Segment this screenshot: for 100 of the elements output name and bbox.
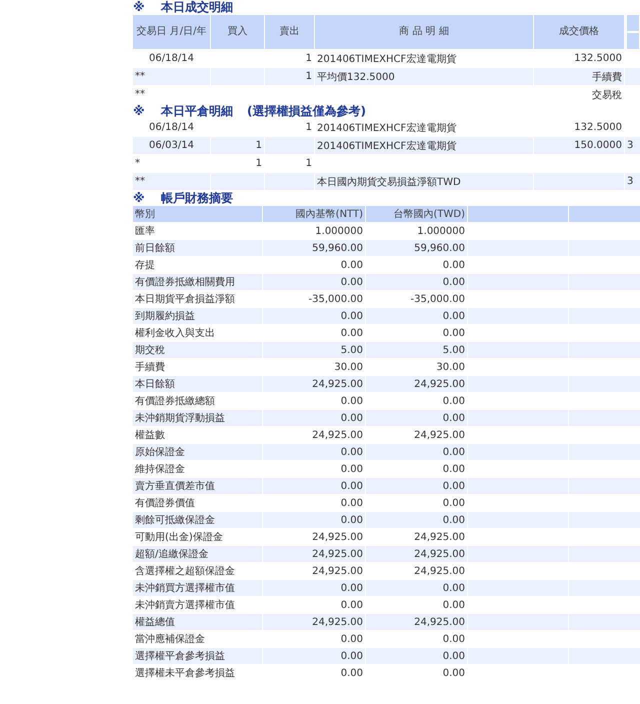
table-cell: ** [133, 173, 210, 190]
column-header: 買入 [211, 15, 264, 49]
row-label: 本日餘額 [133, 376, 262, 392]
table-cell: 0.00 [263, 580, 365, 596]
table-cell: 0.00 [263, 410, 365, 426]
section-mark: ※ [133, 104, 146, 118]
row-label: 權利金收入與支出 [134, 326, 216, 341]
row-label: 未沖銷期貨浮動損益 [133, 410, 262, 426]
table-cell-text: 0.00 [442, 394, 466, 408]
table-cell: 0.00 [366, 444, 467, 460]
row-label: 有價證券價值 [134, 496, 196, 511]
table-cell: 1 [265, 68, 314, 85]
table-cell: 0.00 [366, 478, 467, 494]
row-label: 維持保證金 [134, 462, 186, 477]
header-background [627, 33, 639, 49]
table-cell: 0.00 [366, 274, 467, 290]
table-cell-text: 0.00 [340, 632, 364, 646]
header-background [627, 15, 639, 31]
table-cell: 24,925.00 [263, 376, 365, 392]
table-cell-text: 0.00 [442, 598, 466, 612]
table-cell-text: 24,925.00 [311, 530, 364, 544]
table-cell-text: 0.00 [340, 394, 364, 408]
table-cell-text: 0.00 [442, 666, 466, 680]
row-label: 原始保證金 [133, 444, 262, 460]
table-cell-text: 201406TIMEXHCF宏達電期貨 [316, 52, 458, 66]
section-title: 本日成交明細 [161, 0, 233, 14]
table-cell-text: 0.00 [442, 496, 466, 510]
row-label: 含選擇權之超額保證金 [134, 564, 236, 579]
table-cell-text: 24,925.00 [311, 564, 364, 578]
table-cell: 本日國內期貨交易損益淨額TWD [315, 173, 533, 190]
row-label: 本日期貨平倉損益淨額 [134, 292, 236, 307]
table-cell: 59,960.00 [263, 240, 365, 256]
table-cell: 0.00 [366, 308, 467, 324]
table-cell: 0.00 [263, 478, 365, 494]
table-cell-text: 交易稅 [591, 88, 623, 102]
table-cell-text: 0.00 [340, 258, 364, 272]
row-label: 有價證券抵繳總額 [134, 394, 216, 409]
row-label: 權益數 [134, 428, 166, 443]
table-cell: 24,925.00 [366, 546, 467, 562]
table-cell: 0.00 [366, 410, 467, 426]
table-cell: 0.00 [263, 444, 365, 460]
table-cell-text: 0.00 [442, 258, 466, 272]
table-cell: 06/03/14 [133, 137, 210, 154]
column-header: 交易日 月/日/年 [133, 15, 210, 49]
section-title: 帳戶財務摘要 [161, 191, 233, 205]
table-cell-text: 1.000000 [416, 224, 466, 238]
table-cell: 0.00 [366, 648, 467, 664]
table-cell-text: 0.00 [442, 462, 466, 476]
table-cell: 3 [625, 137, 640, 154]
table-cell: 150.0000 [534, 137, 624, 154]
row-label: 有價證券抵繳相關費用 [133, 274, 262, 290]
table-cell-text: 201406TIMEXHCF宏達電期貨 [316, 122, 458, 136]
table-cell-text: 06/18/14 [148, 52, 195, 66]
row-label: 前日餘額 [133, 240, 262, 256]
row-label: 期交稅 [133, 342, 262, 358]
table-cell: 59,960.00 [366, 240, 467, 256]
row-label: 匯率 [134, 224, 156, 239]
table-cell-text: * [134, 157, 141, 171]
column-header: 成交價格 [534, 15, 624, 49]
table-cell: 0.00 [366, 580, 467, 596]
table-cell: 0.00 [263, 512, 365, 528]
table-cell-text: 24,925.00 [311, 428, 364, 442]
section-note: (選擇權損益僅為參考) [247, 104, 366, 118]
column-header: 賣出 [265, 15, 314, 49]
table-cell-text: 24,925.00 [413, 428, 466, 442]
table-cell-text: ** [134, 88, 146, 102]
table-cell-text: -35,000.00 [307, 292, 364, 306]
table-cell-text: 0.00 [340, 598, 364, 612]
table-cell: ** [133, 68, 210, 85]
row-label: 當沖應補保證金 [134, 632, 206, 647]
table-cell-text: 1 [304, 157, 313, 171]
column-header: 商 品 明 細 [315, 15, 533, 49]
table-cell: 手續費 [534, 68, 624, 85]
table-cell: 0.00 [263, 308, 365, 324]
table-cell: 24,925.00 [263, 614, 365, 630]
table-cell: 5.00 [366, 342, 467, 358]
column-header: 幣別 [133, 206, 262, 222]
table-cell-text: 24,925.00 [413, 530, 466, 544]
table-cell: 平均價132.5000 [315, 68, 533, 85]
row-label: 到期履約損益 [133, 308, 262, 324]
row-label: 存提 [134, 259, 156, 273]
table-cell: 24,925.00 [366, 376, 467, 392]
table-cell-text: 30.00 [333, 360, 364, 374]
row-label: 權益總值 [133, 614, 262, 630]
row-label: 未沖銷賣方選擇權市值 [134, 598, 236, 613]
table-cell-text: 0.00 [340, 462, 364, 476]
row-label: 賣方垂直價差市值 [133, 478, 262, 494]
table-cell-text: 06/18/14 [148, 121, 195, 135]
table-cell: 201406TIMEXHCF宏達電期貨 [315, 137, 533, 154]
row-label: 未沖銷買方選擇權市值 [133, 580, 262, 596]
table-cell: 0.00 [366, 512, 467, 528]
table-cell-text: 0.00 [442, 632, 466, 646]
table-cell: 0.00 [263, 274, 365, 290]
section-mark: ※ [133, 191, 146, 205]
table-cell: 3 [625, 173, 640, 190]
table-cell: 5.00 [263, 342, 365, 358]
column-header: 台幣國內(TWD) [366, 206, 467, 222]
row-label: 超額/追繳保證金 [133, 546, 262, 562]
column-header: 國內基幣(NTT) [263, 206, 365, 222]
table-cell-text: 0.00 [340, 496, 364, 510]
